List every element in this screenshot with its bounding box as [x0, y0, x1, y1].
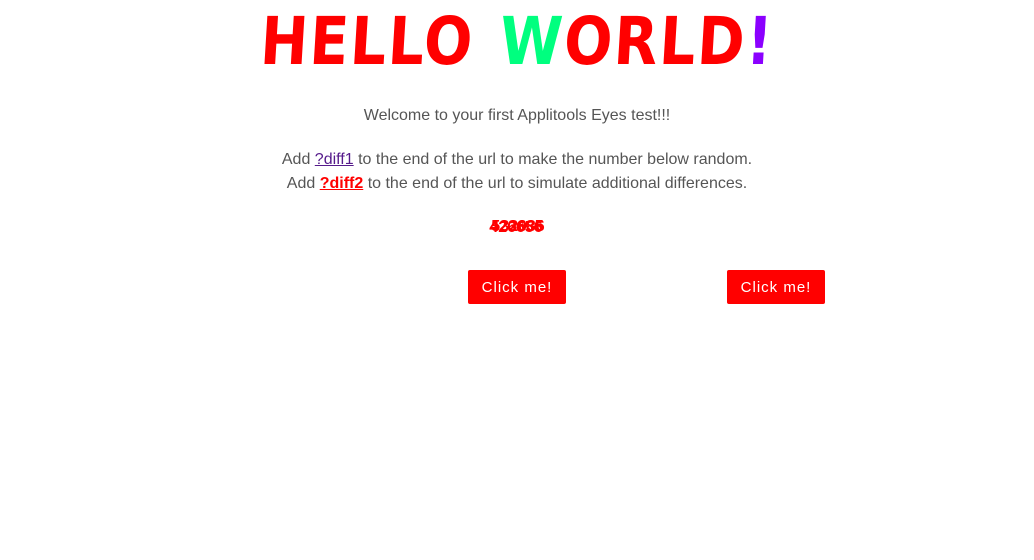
- instruction-suffix: to the end of the url to make the number…: [353, 151, 753, 168]
- instruction-line-diff1: Add ?diff1 to the end of the url to make…: [0, 149, 1034, 171]
- diff2-link[interactable]: ?diff2: [320, 175, 364, 192]
- title-letter-w: W: [497, 3, 567, 80]
- welcome-text: Welcome to your first Applitools Eyes te…: [363, 107, 671, 124]
- click-me-button-right[interactable]: Click me!: [727, 270, 825, 304]
- instruction-prefix: Add: [286, 175, 320, 192]
- click-me-button-left[interactable]: Click me!: [468, 270, 566, 304]
- instruction-line-diff2: Add ?diff2 to the end of the url to simu…: [0, 173, 1034, 195]
- diff1-link[interactable]: ?diff1: [315, 151, 354, 168]
- instruction-suffix: to the end of the url to simulate additi…: [363, 175, 748, 192]
- random-number-layer: 426656: [489, 219, 543, 236]
- instruction-prefix: Add: [281, 151, 315, 168]
- title-word-hello: HELLO: [258, 3, 477, 80]
- title-exclamation: !: [743, 3, 777, 80]
- title-word-orld: ORLD: [561, 3, 749, 80]
- random-number: 423685 532036 426656: [0, 215, 1034, 239]
- hello-world-title: HELLO WORLD!: [70, 3, 964, 80]
